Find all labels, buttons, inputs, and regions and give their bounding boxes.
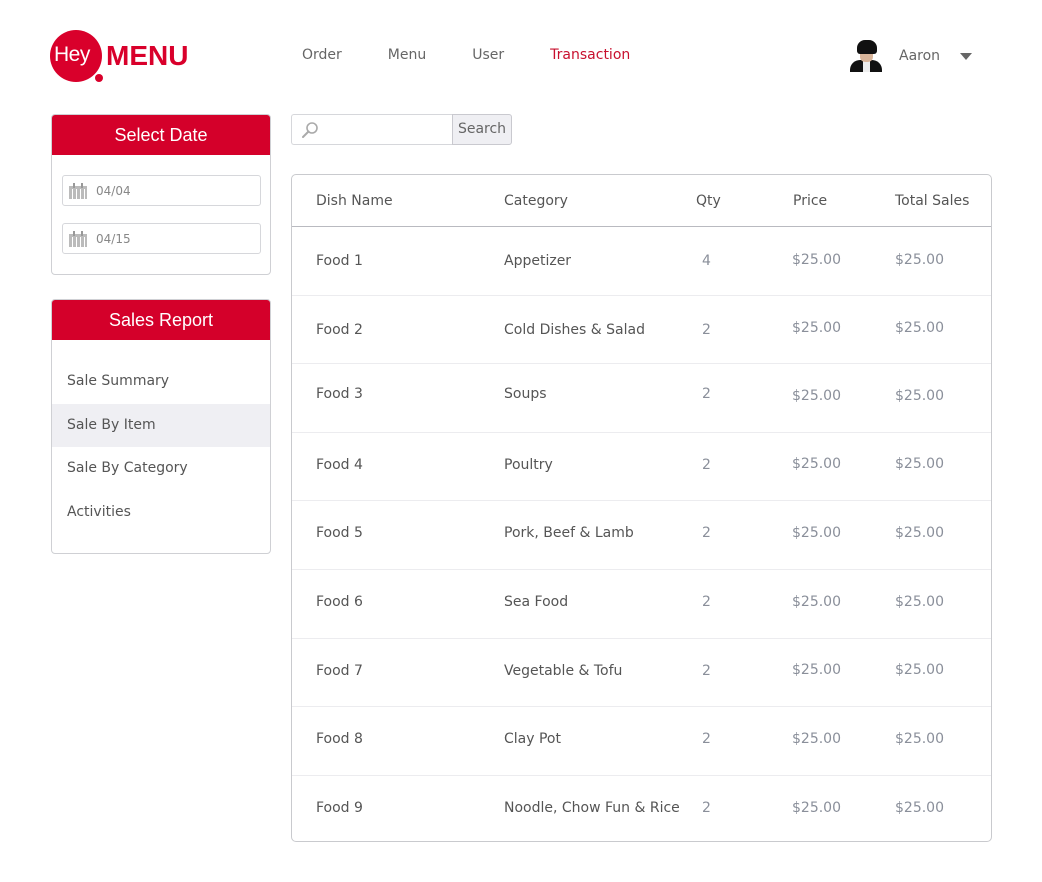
- table-row[interactable]: Food 8 Clay Pot 2 $25.00 $25.00: [292, 707, 991, 776]
- column-header-price[interactable]: Price: [793, 193, 827, 209]
- cell-total-sales: $25.00: [895, 525, 944, 542]
- cell-dish-name: Food 8: [316, 731, 363, 748]
- cell-dish-name: Food 6: [316, 593, 363, 610]
- table-row[interactable]: Food 9 Noodle, Chow Fun & Rice 2 $25.00 …: [292, 776, 991, 841]
- cell-total-sales: $25.00: [895, 661, 944, 678]
- table-row[interactable]: Food 4 Poultry 2 $25.00 $25.00: [292, 433, 991, 502]
- cell-qty: 2: [702, 321, 711, 338]
- search-bar: Search: [291, 114, 512, 145]
- table-body: Food 1 Appetizer 4 $25.00 $25.00 Food 2 …: [292, 227, 991, 841]
- table-row[interactable]: Food 2 Cold Dishes & Salad 2 $25.00 $25.…: [292, 296, 991, 365]
- column-header-dish-name[interactable]: Dish Name: [316, 193, 393, 209]
- start-date-field[interactable]: 04/04: [62, 175, 261, 206]
- cell-category: Soups: [504, 386, 547, 403]
- select-date-panel: Select Date 04/04 04/15: [51, 114, 271, 275]
- sales-report-title: Sales Report: [52, 300, 270, 340]
- cell-total-sales: $25.00: [895, 319, 944, 336]
- cell-category: Vegetable & Tofu: [504, 662, 623, 679]
- column-header-total-sales[interactable]: Total Sales: [895, 193, 969, 209]
- select-date-title: Select Date: [52, 115, 270, 155]
- cell-category: Noodle, Chow Fun & Rice: [504, 799, 680, 816]
- report-item-sale-by-category[interactable]: Sale By Category: [52, 447, 270, 491]
- nav-transaction[interactable]: Transaction: [550, 47, 630, 63]
- cell-category: Pork, Beef & Lamb: [504, 525, 634, 542]
- cell-total-sales: $25.00: [895, 388, 944, 405]
- report-item-activities[interactable]: Activities: [52, 491, 270, 535]
- nav-menu[interactable]: Menu: [388, 47, 426, 63]
- cell-price: $25.00: [792, 799, 841, 816]
- cell-price: $25.00: [792, 593, 841, 610]
- table-row[interactable]: Food 6 Sea Food 2 $25.00 $25.00: [292, 570, 991, 639]
- logo[interactable]: Hey MENU: [50, 30, 200, 84]
- cell-qty: 2: [702, 593, 711, 610]
- main-nav: Order Menu User Transaction: [302, 47, 676, 63]
- cell-price: $25.00: [792, 661, 841, 678]
- sales-table: Dish Name Category Qty Price Total Sales…: [291, 174, 992, 842]
- cell-category: Appetizer: [504, 253, 572, 269]
- cell-category: Poultry: [504, 456, 553, 473]
- cell-dish-name: Food 9: [316, 799, 363, 816]
- cell-total-sales: $25.00: [895, 731, 944, 748]
- cell-total-sales: $25.00: [895, 252, 944, 268]
- cell-total-sales: $25.00: [895, 593, 944, 610]
- user-menu[interactable]: Aaron: [850, 40, 973, 72]
- column-header-qty[interactable]: Qty: [696, 193, 721, 209]
- logo-hey-text: Hey: [54, 43, 90, 66]
- column-header-category[interactable]: Category: [504, 193, 568, 209]
- report-item-sale-summary[interactable]: Sale Summary: [52, 360, 270, 404]
- avatar: [850, 40, 882, 72]
- cell-dish-name: Food 7: [316, 662, 363, 679]
- cell-category: Clay Pot: [504, 731, 561, 748]
- table-row[interactable]: Food 3 Soups 2 $25.00 $25.00: [292, 364, 991, 433]
- cell-total-sales: $25.00: [895, 799, 944, 816]
- end-date-field[interactable]: 04/15: [62, 223, 261, 254]
- cell-qty: 2: [702, 731, 711, 748]
- start-date-value: 04/04: [96, 183, 131, 198]
- calendar-icon: [69, 182, 87, 199]
- cell-dish-name: Food 2: [316, 321, 363, 338]
- table-row[interactable]: Food 1 Appetizer 4 $25.00 $25.00: [292, 227, 991, 296]
- cell-qty: 2: [702, 525, 711, 542]
- cell-price: $25.00: [792, 525, 841, 542]
- user-name: Aaron: [899, 48, 941, 64]
- cell-qty: 2: [702, 386, 711, 403]
- nav-user[interactable]: User: [472, 47, 504, 63]
- cell-category: Sea Food: [504, 593, 569, 610]
- cell-dish-name: Food 1: [316, 253, 363, 269]
- cell-price: $25.00: [792, 731, 841, 748]
- table-row[interactable]: Food 5 Pork, Beef & Lamb 2 $25.00 $25.00: [292, 501, 991, 570]
- nav-order[interactable]: Order: [302, 47, 342, 63]
- cell-dish-name: Food 3: [316, 386, 363, 403]
- cell-qty: 2: [702, 456, 711, 473]
- cell-price: $25.00: [792, 455, 841, 472]
- search-icon: [302, 122, 318, 138]
- cell-total-sales: $25.00: [895, 455, 944, 472]
- search-button[interactable]: Search: [452, 114, 512, 145]
- cell-category: Cold Dishes & Salad: [504, 321, 645, 338]
- table-header: Dish Name Category Qty Price Total Sales: [292, 175, 991, 227]
- cell-qty: 4: [702, 253, 711, 269]
- report-item-sale-by-item[interactable]: Sale By Item: [52, 403, 270, 447]
- table-row[interactable]: Food 7 Vegetable & Tofu 2 $25.00 $25.00: [292, 639, 991, 708]
- logo-dot: [95, 74, 103, 82]
- calendar-icon: [69, 230, 87, 247]
- cell-price: $25.00: [792, 388, 841, 405]
- report-list: Sale Summary Sale By Item Sale By Catego…: [52, 360, 270, 534]
- cell-price: $25.00: [792, 319, 841, 336]
- search-input[interactable]: [291, 114, 452, 145]
- cell-price: $25.00: [792, 252, 841, 268]
- sales-report-panel: Sales Report Sale Summary Sale By Item S…: [51, 299, 271, 554]
- cell-qty: 2: [702, 799, 711, 816]
- caret-down-icon[interactable]: [960, 52, 973, 60]
- cell-qty: 2: [702, 662, 711, 679]
- cell-dish-name: Food 5: [316, 525, 363, 542]
- cell-dish-name: Food 4: [316, 456, 363, 473]
- logo-menu-text: MENU: [106, 40, 189, 71]
- end-date-value: 04/15: [96, 231, 131, 246]
